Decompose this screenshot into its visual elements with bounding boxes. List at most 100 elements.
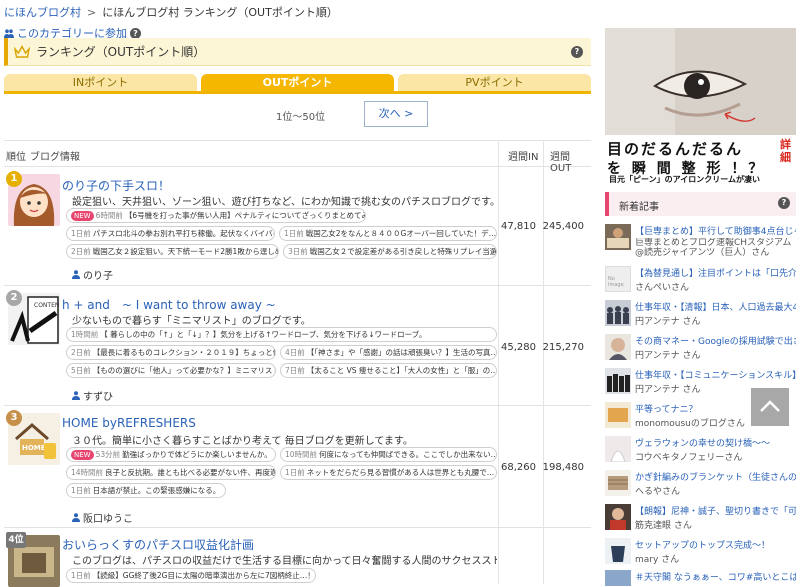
advertisement[interactable]: 目のだるんだるん を 瞬 間 整 形 ！？ 目元「ピーン」のアイロンクリームが凄… xyxy=(605,28,796,183)
article-chip[interactable]: 4日前 【「神さま」や「感謝」の話は頑張臭い？】生活の写真… xyxy=(280,345,497,360)
blog-title-link[interactable]: HOME byREFRESHERS xyxy=(62,416,196,430)
article-chip[interactable]: 3日前 戦国乙女２で設定差がある引き戻しと特殊リプレイ当選… xyxy=(283,244,497,259)
news-source: 円アンテナ さん xyxy=(635,317,701,327)
chevron-up-icon xyxy=(760,400,780,412)
news-source: 巨専まとめとブログ速報CHスタジアム@読売ジャイアンツ（巨人）さん xyxy=(635,238,792,258)
news-thumbnail xyxy=(605,300,631,326)
news-source: コウベキタノフェリーさん xyxy=(635,453,743,463)
article-chip[interactable]: 2日前 戦国乙女２設定狙い。天下統一モード2勝1敗から逞しめ… xyxy=(66,244,279,259)
article-chip[interactable]: 1日前 日本語が禁止。この緊張感嫌になる。 xyxy=(66,483,226,498)
tab-out-point[interactable]: OUTポイント xyxy=(201,74,394,91)
ad-detail-link[interactable]: 詳細 xyxy=(780,138,794,164)
new-articles-help-icon[interactable]: ? xyxy=(778,197,790,209)
news-title[interactable]: ヴェラウォンの幸せの契け橋〜〜 xyxy=(635,436,796,449)
weekly-out: 245,400 xyxy=(542,221,584,232)
blog-description: このブログは、パチスロの収益だけで生活する目標に向かって日々奮闘する人間のサクセ… xyxy=(72,556,497,567)
article-chip[interactable]: 7日前 【太ること VS 痩せること】「大人の女性」と「服」の… xyxy=(280,363,497,378)
article-chip[interactable]: 1時間前【 暮らしの中の「↑」と「↓」？】気分を上げる↑ワードローブ、気分を下げ… xyxy=(66,327,497,342)
rank-badge: 2 xyxy=(6,290,22,306)
table-row: 1 のり子の下手スロ！ 設定狙い、天井狙い、ゾーン狙い、遊び打ちなど、にわか知識… xyxy=(4,167,591,286)
weekly-in: 68,260 xyxy=(501,462,536,473)
article-chip[interactable]: 2日前 【最長に着るものコレクション・２０１９】ちょっと侮… xyxy=(66,345,276,360)
svg-text:CONTEN: CONTEN xyxy=(34,302,59,309)
tab-pv-point[interactable]: PVポイント xyxy=(398,74,591,91)
svg-text:HOME: HOME xyxy=(22,444,46,452)
article-chip[interactable]: 10時間前 何度になっても仲間ばできる。ここでしか出来ない… xyxy=(280,447,497,462)
breadcrumb-home-link[interactable]: にほんブログ村 xyxy=(4,6,81,19)
article-chip[interactable]: 1日前 ネットをだらだら見る習慣がある人は世界とも丸腰で… xyxy=(280,465,497,480)
new-badge: NEW xyxy=(71,211,94,221)
article-chip[interactable]: 1日前 パチスロ北斗の拳お別れ平打ち稼働。起伏なくバイバイ！ xyxy=(66,226,275,241)
table-row: CONTEN 2 h + and ~ I want to throw away … xyxy=(4,286,591,406)
news-title[interactable]: ＃天守閣 なうぁぁー、コワ#高いとこは苦… xyxy=(635,570,796,583)
back-to-top-button[interactable] xyxy=(751,388,789,426)
news-title[interactable]: 【為替見通し】注目ポイントは「口先介入… xyxy=(635,266,796,279)
news-thumbnail xyxy=(605,334,631,360)
new-articles-header: 新着記事 ? xyxy=(605,192,796,216)
breadcrumb-separator: > xyxy=(87,6,97,19)
article-chip[interactable]: 5日前 【ものの選びに「他人」って必要かな？】ミニマリストの… xyxy=(66,363,276,378)
news-title[interactable]: その商マネー・Googleの採用試験で出さ… xyxy=(635,334,796,347)
news-item[interactable]: No Image 【為替見通し】注目ポイントは「口先介入… さんぺいさん xyxy=(605,264,796,298)
weekly-out: 198,480 xyxy=(542,462,584,473)
news-thumbnail xyxy=(605,470,631,496)
news-title[interactable]: 仕事年収・【コミュニケーションスキル】… xyxy=(635,368,796,381)
person-icon xyxy=(72,513,80,522)
news-title[interactable]: かぎ針編みのブランケット（生徒さんの作… xyxy=(635,470,796,483)
weekly-in: 45,280 xyxy=(501,342,536,353)
table-row: HOME 3 HOME byREFRESHERS ３０代。簡単に小さく暮らすこと… xyxy=(4,406,591,528)
ad-eye-photo xyxy=(605,28,796,135)
blog-title-link[interactable]: おいらっくすのパチスロ収益化計画 xyxy=(62,536,254,553)
help-icon[interactable]: ? xyxy=(130,27,141,39)
next-page-button[interactable]: 次へ > xyxy=(364,101,428,127)
header-rank: 順位 xyxy=(6,152,26,163)
news-item[interactable]: ＃天守閣 なうぁぁー、コワ#高いとこは苦… xyxy=(605,568,796,586)
blog-title-link[interactable]: のり子の下手スロ！ xyxy=(62,177,170,194)
ranking-help-icon[interactable]: ? xyxy=(571,46,583,58)
ranking-tabs: INポイント OUTポイント PVポイント xyxy=(4,74,591,94)
article-chip[interactable]: NEW 53分前 勤強ばっかりで体どうにか楽しいませんか。 xyxy=(66,447,276,462)
author-name: 阪口ゆうこ xyxy=(83,514,133,525)
pager: 1位〜50位 次へ > xyxy=(4,100,591,128)
person-icon xyxy=(72,391,80,400)
news-item[interactable]: その商マネー・Googleの採用試験で出さ… 円アンテナ さん xyxy=(605,332,796,366)
header-in: 週間IN xyxy=(508,152,539,163)
blog-description: 設定狙い、天井狙い、ゾーン狙い、遊び打ちなど、にわか知識で挑む女のパチスロブログ… xyxy=(72,197,497,208)
news-item[interactable]: かぎ針編みのブランケット（生徒さんの作… へるやさん xyxy=(605,468,796,502)
news-item[interactable]: セットアップのトップス完成〜！ mary さん xyxy=(605,536,796,570)
author[interactable]: すずひ xyxy=(72,388,113,403)
weekly-in: 47,810 xyxy=(501,221,536,232)
news-title[interactable]: 【朗報】尼神・誠子、聖切り書きで「可愛… xyxy=(635,504,796,517)
news-title[interactable]: セットアップのトップス完成〜！ xyxy=(635,538,796,551)
rank-badge: 4位 xyxy=(6,532,26,548)
author[interactable]: のり子 xyxy=(72,267,113,282)
news-item[interactable]: 【巨専まとめ】平行して助御事4点台じゃな… 巨専まとめとブログ速報CHスタジアム… xyxy=(605,222,796,258)
news-item[interactable]: ヴェラウォンの幸せの契け橋〜〜 コウベキタノフェリーさん xyxy=(605,434,796,468)
article-chip[interactable]: 14時間前 良子と反抗期。誰とも比べる必要がない件、再度適… xyxy=(66,465,276,480)
blog-title-link[interactable]: h + and ~ I want to throw away ~ xyxy=(62,296,276,313)
news-source: へるやさん xyxy=(635,487,681,497)
news-item[interactable]: 【朗報】尼神・誠子、聖切り書きで「可愛… 筋克達眼 さん xyxy=(605,502,796,536)
blog-description: 少ないもので暮らす「ミニマリスト」のブログです。 xyxy=(72,316,311,327)
news-item[interactable]: 仕事年収・【清報】日本、人口過去最大43… 円アンテナ さん xyxy=(605,298,796,332)
article-chip[interactable]: 1日前 戦国乙女2をなんと８４００Gオーバー回していた！デ… xyxy=(279,226,497,241)
people-icon xyxy=(4,28,14,38)
author[interactable]: 阪口ゆうこ xyxy=(72,510,133,525)
tab-in-point[interactable]: INポイント xyxy=(4,74,197,91)
news-source: 筋克達眼 さん xyxy=(635,521,692,531)
news-title[interactable]: 仕事年収・【清報】日本、人口過去最大43… xyxy=(635,300,796,313)
ad-headline-1: 目のだるんだるん xyxy=(607,140,744,158)
table-row: 4位 おいらっくすのパチスロ収益化計画 このブログは、パチスロの収益だけで生活す… xyxy=(4,528,591,587)
news-title[interactable]: 【巨専まとめ】平行して助御事4点台じゃな… xyxy=(635,224,796,237)
crown-icon xyxy=(14,44,30,58)
new-articles-title: 新着記事 xyxy=(619,202,659,213)
breadcrumb-current: にほんブログ村 ランキング（OUTポイント順） xyxy=(102,6,338,19)
no-image-thumbnail: No Image xyxy=(605,266,631,292)
page-range: 1位〜50位 xyxy=(276,112,326,123)
news-source: mary さん xyxy=(635,555,680,565)
article-chip[interactable]: NEW 6時間前 【6号機を打った事が無い人用】ペナルティについてざっくりまとめてみ… xyxy=(66,208,366,223)
news-thumbnail xyxy=(605,368,631,394)
weekly-out: 215,270 xyxy=(542,342,584,353)
article-chip[interactable]: 1日前 【読級】GG終了後2G目に太陽の暗車演出から左に7図柄終止…！！ xyxy=(66,568,316,583)
news-thumbnail xyxy=(605,436,631,462)
